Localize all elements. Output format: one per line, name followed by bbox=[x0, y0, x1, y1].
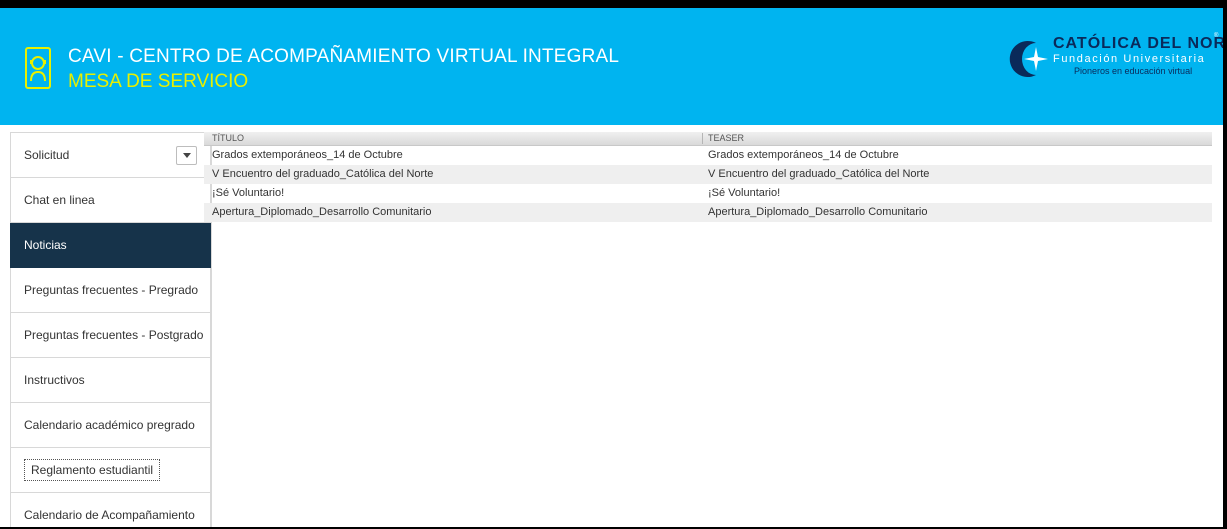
cell-teaser: ¡Sé Voluntario! bbox=[708, 187, 781, 199]
header-banner: CAVI - CENTRO DE ACOMPAÑAMIENTO VIRTUAL … bbox=[0, 8, 1223, 125]
reglamento-button[interactable]: Reglamento estudiantil bbox=[24, 459, 161, 481]
column-header-titulo[interactable]: TÍTULO bbox=[212, 132, 244, 145]
logo-name: CATÓLICA DEL NORTE bbox=[1053, 35, 1223, 52]
app-subtitle: MESA DE SERVICIO bbox=[68, 71, 249, 92]
star-logo-icon bbox=[1009, 41, 1048, 77]
sidebar-item-reglamento: Reglamento estudiantil bbox=[10, 448, 211, 493]
app-title: CAVI - CENTRO DE ACOMPAÑAMIENTO VIRTUAL … bbox=[68, 46, 620, 67]
news-grid: TÍTULO TEASER Grados extemporáneos_14 de… bbox=[204, 132, 1212, 222]
logo-tagline: Pioneros en educación virtual bbox=[1074, 66, 1193, 76]
sidebar-item-label: Preguntas frecuentes - Pregrado bbox=[24, 283, 199, 297]
sidebar-item-label: Calendario de Acompañamiento bbox=[24, 508, 195, 522]
cell-titulo: Apertura_Diplomado_Desarrollo Comunitari… bbox=[212, 206, 432, 218]
sidebar-item-chat[interactable]: Chat en linea bbox=[10, 178, 211, 223]
logo-registered-mark: ® bbox=[1214, 33, 1219, 39]
sidebar-item-calendario-acompanamiento[interactable]: Calendario de Acompañamiento bbox=[10, 493, 211, 527]
sidebar-item-label: Instructivos bbox=[24, 373, 85, 387]
cell-teaser: V Encuentro del graduado_Católica del No… bbox=[708, 168, 930, 180]
university-logo[interactable]: CATÓLICA DEL NORTE ® Fundación Universit… bbox=[1006, 33, 1223, 87]
sidebar-item-label: Chat en linea bbox=[24, 193, 95, 207]
sidebar-item-calendario-pregrado[interactable]: Calendario académico pregrado bbox=[10, 403, 211, 448]
column-separator[interactable] bbox=[702, 133, 703, 144]
cell-teaser: Grados extemporáneos_14 de Octubre bbox=[708, 149, 899, 161]
sidebar-nav: Solicitud Chat en linea Noticias Pregunt… bbox=[10, 132, 212, 527]
sidebar-item-label: Noticias bbox=[24, 238, 67, 252]
cell-titulo: V Encuentro del graduado_Católica del No… bbox=[212, 168, 434, 180]
grid-header: TÍTULO TEASER bbox=[204, 132, 1212, 146]
caret-down-icon bbox=[183, 153, 191, 158]
table-row[interactable]: ¡Sé Voluntario! ¡Sé Voluntario! bbox=[204, 184, 1212, 203]
sidebar-item-faq-pregrado[interactable]: Preguntas frecuentes - Pregrado bbox=[10, 268, 211, 313]
cell-teaser: Apertura_Diplomado_Desarrollo Comunitari… bbox=[708, 206, 928, 218]
sidebar-item-label: Preguntas frecuentes - Postgrado bbox=[24, 328, 204, 342]
cell-titulo: Grados extemporáneos_14 de Octubre bbox=[212, 149, 403, 161]
sidebar-item-noticias[interactable]: Noticias bbox=[10, 223, 211, 268]
logo-subtitle: Fundación Universitaria bbox=[1053, 53, 1206, 65]
sidebar-item-faq-postgrado[interactable]: Preguntas frecuentes - Postgrado bbox=[10, 313, 211, 358]
sidebar-item-solicitud[interactable]: Solicitud bbox=[10, 132, 211, 178]
table-row[interactable]: V Encuentro del graduado_Católica del No… bbox=[204, 165, 1212, 184]
app-frame: CAVI - CENTRO DE ACOMPAÑAMIENTO VIRTUAL … bbox=[0, 8, 1223, 527]
support-agent-icon bbox=[25, 47, 51, 89]
sidebar-item-instructivos[interactable]: Instructivos bbox=[10, 358, 211, 403]
solicitud-dropdown-button[interactable] bbox=[176, 146, 197, 165]
table-row[interactable]: Grados extemporáneos_14 de Octubre Grado… bbox=[204, 146, 1212, 165]
cell-titulo: ¡Sé Voluntario! bbox=[212, 187, 285, 199]
sidebar-item-label: Calendario académico pregrado bbox=[24, 418, 195, 432]
column-header-teaser[interactable]: TEASER bbox=[708, 132, 744, 145]
table-row[interactable]: Apertura_Diplomado_Desarrollo Comunitari… bbox=[204, 203, 1212, 222]
sidebar-item-label: Solicitud bbox=[24, 148, 70, 162]
